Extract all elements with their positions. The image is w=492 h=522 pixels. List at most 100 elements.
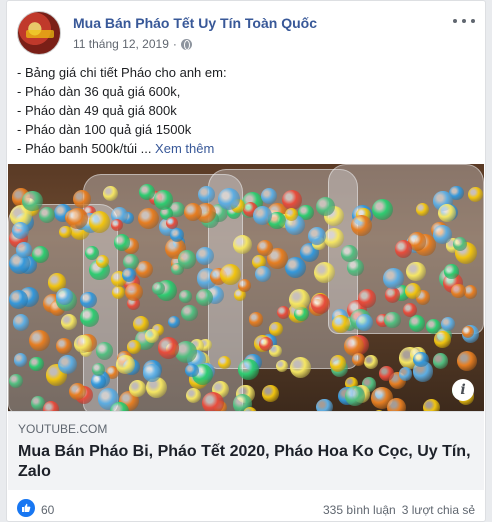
ball-shape — [127, 340, 141, 354]
ball-shape — [456, 351, 477, 372]
ball-shape — [165, 216, 178, 230]
ball-shape — [332, 314, 351, 333]
ball-shape — [186, 387, 202, 403]
ball-shape — [444, 264, 459, 279]
ball-shape — [313, 262, 335, 284]
ball-shape — [177, 250, 196, 269]
see-more-link[interactable]: Xem thêm — [155, 141, 214, 156]
ball-shape — [56, 338, 72, 354]
globe-icon[interactable] — [180, 38, 192, 50]
ball-shape — [151, 281, 165, 295]
ball-shape — [198, 185, 216, 203]
ball-shape — [461, 325, 474, 338]
ball-shape — [217, 355, 231, 369]
post-card: Mua Bán Pháo Tết Uy Tín Toàn Quốc 11 thá… — [6, 0, 486, 522]
post-timestamp[interactable]: 11 tháng 12, 2019 — [73, 37, 169, 51]
ball-shape — [138, 184, 155, 200]
ball-shape — [58, 225, 72, 239]
post-footer: 60 335 bình luận 3 lượt chia sẻ — [17, 491, 475, 521]
ball-shape — [73, 335, 92, 354]
ball-shape — [386, 397, 406, 411]
thumbs-up-glyph — [22, 503, 31, 512]
ball-shape — [382, 267, 404, 289]
ball-shape — [13, 353, 28, 367]
ball-shape — [91, 362, 105, 376]
ball-shape — [167, 316, 180, 329]
ball-shape — [110, 402, 129, 411]
share-count[interactable]: 3 lượt chia sẻ — [402, 503, 475, 517]
ball-shape — [330, 355, 347, 372]
ball-shape — [364, 354, 378, 369]
comment-count[interactable]: 335 bình luận — [323, 503, 396, 517]
post-text-line: - Pháo banh 500k/túi ... — [17, 141, 156, 156]
like-icon[interactable] — [17, 499, 35, 517]
ball-shape — [157, 337, 180, 359]
more-options-icon[interactable] — [453, 15, 475, 27]
ball-shape — [179, 290, 192, 303]
ball-shape — [260, 187, 277, 205]
page-name-link[interactable]: Mua Bán Pháo Tết Uy Tín Toàn Quốc — [73, 15, 317, 31]
post-text-line: - Pháo dàn 36 quả giá 600k, — [17, 84, 181, 99]
ball-shape — [384, 287, 400, 303]
ball-shape — [350, 215, 372, 237]
separator-dot: · — [172, 37, 177, 51]
ball-shape — [262, 385, 279, 402]
post-header: Mua Bán Pháo Tết Uy Tín Toàn Quốc 11 thá… — [17, 11, 475, 55]
ball-shape — [408, 315, 426, 332]
ball-shape — [219, 263, 241, 285]
ball-shape — [451, 283, 466, 299]
ball-shape — [275, 359, 288, 372]
info-icon[interactable]: i — [452, 379, 474, 401]
dot — [462, 19, 466, 23]
ball-shape — [357, 288, 377, 308]
post-text-line: - Pháo dàn 100 quả giá 1500k — [17, 122, 192, 137]
ball-shape — [13, 314, 30, 331]
dot — [453, 19, 457, 23]
footer-stats: 335 bình luận 3 lượt chia sẻ — [323, 503, 475, 517]
ball-shape — [201, 391, 224, 411]
post-text-line: - Bảng giá chi tiết Pháo cho anh em: — [17, 65, 227, 80]
link-preview[interactable]: YOUTUBE.COM Mua Bán Pháo Bi, Pháo Tết 20… — [8, 411, 484, 490]
ball-shape — [116, 355, 135, 374]
ball-shape — [16, 242, 32, 258]
reaction-count[interactable]: 60 — [41, 503, 54, 517]
ball-shape — [345, 386, 366, 407]
post-text-line-last: - Pháo banh 500k/túi ... Xem thêm — [17, 139, 475, 158]
ball-shape — [416, 202, 429, 216]
ball-shape — [88, 211, 111, 233]
ball-shape — [22, 190, 43, 212]
dot — [471, 19, 475, 23]
ball-shape — [42, 401, 60, 411]
ball-shape — [399, 367, 413, 381]
ball-shape — [60, 313, 78, 330]
ball-shape — [406, 262, 426, 282]
ball-shape — [79, 291, 97, 309]
ball-shape — [253, 205, 273, 225]
link-thumbnail-image[interactable]: i — [8, 164, 484, 411]
ball-shape — [310, 294, 331, 314]
link-title: Mua Bán Pháo Bi, Pháo Tết 2020, Pháo Hoa… — [18, 443, 471, 480]
ball-shape — [145, 329, 159, 343]
ball-shape — [102, 185, 118, 201]
ball-shape — [185, 363, 199, 378]
post-text-line: - Pháo dàn 49 quả giá 800k — [17, 103, 177, 118]
ball-shape — [423, 399, 441, 411]
ball-shape — [347, 259, 364, 276]
ball-shape — [232, 234, 253, 255]
post-text: - Bảng giá chi tiết Pháo cho anh em: - P… — [17, 63, 475, 158]
ball-shape — [351, 352, 365, 366]
ball-shape — [124, 282, 143, 301]
ball-shape — [340, 245, 358, 262]
ball-shape — [289, 356, 311, 379]
avatar[interactable] — [17, 11, 61, 55]
ball-shape — [91, 374, 106, 389]
ball-shape — [80, 308, 99, 327]
ball-shape — [238, 359, 259, 380]
ball-shape — [154, 190, 174, 210]
link-domain: YOUTUBE.COM — [18, 422, 108, 436]
ball-shape — [394, 240, 413, 258]
ball-shape — [55, 288, 73, 306]
ball-shape — [324, 228, 344, 249]
ball-shape — [413, 351, 429, 368]
ball-shape — [217, 188, 240, 211]
